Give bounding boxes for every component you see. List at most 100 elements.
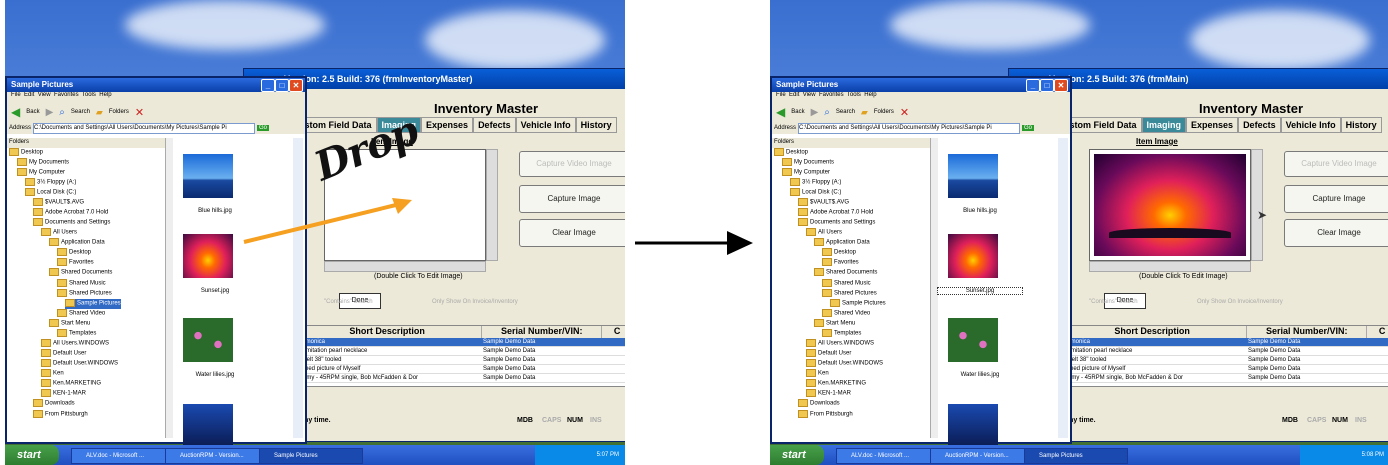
tree-item[interactable]: My Documents bbox=[772, 158, 932, 168]
tree-item[interactable]: Ken.MARKETING bbox=[7, 379, 167, 389]
table-row[interactable]: graphed picture of Myself Sample Demo Dat… bbox=[293, 365, 625, 374]
tab-defects[interactable]: Defects bbox=[473, 117, 516, 133]
tree-item[interactable]: Start Menu bbox=[772, 319, 932, 329]
tab-vehicle-info[interactable]: Vehicle Info bbox=[515, 117, 576, 133]
thumb-sunset[interactable] bbox=[183, 234, 233, 278]
tab-expenses[interactable]: Expenses bbox=[421, 117, 474, 133]
address-input[interactable]: C:\Documents and Settings\All Users\Docu… bbox=[798, 122, 1021, 134]
tab-history[interactable]: History bbox=[575, 117, 617, 133]
tree-item[interactable]: Desktop bbox=[772, 148, 932, 158]
maximize-icon[interactable]: □ bbox=[275, 79, 289, 92]
menu-tools[interactable]: Tools bbox=[82, 92, 96, 98]
back-button[interactable]: Back bbox=[26, 109, 39, 115]
back-arrow-icon[interactable]: ◀ bbox=[11, 105, 20, 119]
thumb-water-lilies[interactable] bbox=[948, 318, 998, 362]
tree-item[interactable]: Desktop bbox=[7, 248, 167, 258]
close-icon[interactable]: ✕ bbox=[289, 79, 303, 92]
tree-item[interactable]: Ken bbox=[772, 369, 932, 379]
menu-help[interactable]: Help bbox=[864, 92, 876, 98]
tree-item[interactable]: Favorites bbox=[7, 258, 167, 268]
table-row[interactable]: l Harmonica Sample Demo Data bbox=[1058, 338, 1388, 347]
tree-item[interactable]: 3½ Floppy (A:) bbox=[772, 178, 932, 188]
col-c[interactable]: C bbox=[602, 326, 625, 338]
image-vertical-scrollbar[interactable] bbox=[1251, 149, 1263, 261]
thumb-scrollbar[interactable] bbox=[1058, 138, 1068, 438]
search-button[interactable]: Search bbox=[71, 109, 90, 115]
capture-video-button[interactable]: Capture Video Image bbox=[1284, 151, 1388, 177]
delete-icon[interactable]: ✕ bbox=[135, 106, 144, 119]
tree-item[interactable]: Downloads bbox=[772, 399, 932, 409]
col-short-description[interactable]: Short Description bbox=[293, 326, 483, 338]
address-input[interactable]: C:\Documents and Settings\All Users\Docu… bbox=[33, 122, 256, 134]
close-icon[interactable]: ✕ bbox=[1054, 79, 1068, 92]
tab-history[interactable]: History bbox=[1340, 117, 1382, 133]
start-button[interactable]: start bbox=[5, 445, 59, 465]
col-short-description[interactable]: Short Description bbox=[1058, 326, 1248, 338]
tree-item[interactable]: Shared Documents bbox=[772, 268, 932, 278]
tree-item[interactable]: Shared Documents bbox=[7, 268, 167, 278]
tree-item[interactable]: Application Data bbox=[7, 238, 167, 248]
tree-item[interactable]: Default User bbox=[772, 349, 932, 359]
thumb-winter[interactable] bbox=[948, 404, 998, 448]
tree-item[interactable]: Templates bbox=[7, 329, 167, 339]
folders-button[interactable]: Folders bbox=[109, 109, 129, 115]
menu-edit[interactable]: Edit bbox=[24, 92, 34, 98]
tree-item[interactable]: All Users.WINDOWS bbox=[772, 339, 932, 349]
tree-item[interactable]: Default User.WINDOWS bbox=[772, 359, 932, 369]
thumb-blue-hills[interactable] bbox=[948, 154, 998, 198]
task-auctionrpm[interactable]: AuctionRPM - Version... bbox=[165, 448, 269, 464]
tree-item[interactable]: Shared Music bbox=[7, 279, 167, 289]
col-serial-number[interactable]: Serial Number/VIN: bbox=[1247, 326, 1368, 338]
contains-search-checkbox[interactable]: "Contains" Search bbox=[1089, 299, 1138, 305]
table-row[interactable]: graphed picture of Myself Sample Demo Dat… bbox=[1058, 365, 1388, 374]
item-image-box[interactable] bbox=[1089, 149, 1251, 261]
forward-arrow-icon[interactable]: ▶ bbox=[46, 107, 54, 118]
menu-favorites[interactable]: Favorites bbox=[819, 92, 844, 98]
tree-item[interactable]: Desktop bbox=[7, 148, 167, 158]
task-sample-pictures[interactable]: Sample Pictures bbox=[259, 448, 363, 464]
capture-image-button[interactable]: Capture Image bbox=[1284, 185, 1388, 213]
task-auctionrpm[interactable]: AuctionRPM - Version... bbox=[930, 448, 1034, 464]
menu-edit[interactable]: Edit bbox=[789, 92, 799, 98]
clear-image-button[interactable]: Clear Image bbox=[519, 219, 625, 247]
table-row[interactable]: her belt 38" tooled Sample Demo Data bbox=[1058, 356, 1388, 365]
tree-item[interactable]: Shared Video bbox=[7, 309, 167, 319]
tree-item[interactable]: Application Data bbox=[772, 238, 932, 248]
tree-item[interactable]: 3½ Floppy (A:) bbox=[7, 178, 167, 188]
image-horizontal-scrollbar[interactable] bbox=[324, 261, 486, 272]
tree-item[interactable]: Documents and Settings bbox=[772, 218, 932, 228]
tree-item[interactable]: KEN-1-MAR bbox=[7, 389, 167, 399]
go-button[interactable]: Go bbox=[257, 125, 270, 131]
image-horizontal-scrollbar[interactable] bbox=[1089, 261, 1251, 272]
search-button[interactable]: Search bbox=[836, 109, 855, 115]
menu-favorites[interactable]: Favorites bbox=[54, 92, 79, 98]
tree-item[interactable]: Local Disk (C:) bbox=[7, 188, 167, 198]
col-c[interactable]: C bbox=[1367, 326, 1388, 338]
menu-view[interactable]: View bbox=[803, 92, 816, 98]
menu-file[interactable]: File bbox=[11, 92, 21, 98]
thumb-sunset[interactable] bbox=[948, 234, 998, 278]
only-show-checkbox[interactable]: Only Show On Invoice/Inventory bbox=[432, 299, 518, 305]
tree-item[interactable]: Shared Pictures bbox=[7, 289, 167, 299]
thumb-water-lilies[interactable] bbox=[183, 318, 233, 362]
back-button[interactable]: Back bbox=[791, 109, 804, 115]
tree-item[interactable]: Adobe Acrobat 7.0 Hold bbox=[7, 208, 167, 218]
tree-item[interactable]: Start Menu bbox=[7, 319, 167, 329]
tree-item[interactable]: Default User.WINDOWS bbox=[7, 359, 167, 369]
forward-arrow-icon[interactable]: ▶ bbox=[811, 107, 819, 118]
delete-icon[interactable]: ✕ bbox=[900, 106, 909, 119]
only-show-checkbox[interactable]: Only Show On Invoice/Inventory bbox=[1197, 299, 1283, 305]
menu-view[interactable]: View bbox=[38, 92, 51, 98]
tree-item[interactable]: Shared Pictures bbox=[772, 289, 932, 299]
tree-item[interactable]: Sample Pictures bbox=[772, 299, 932, 309]
col-serial-number[interactable]: Serial Number/VIN: bbox=[482, 326, 603, 338]
task-alv-doc[interactable]: ALV.doc - Microsoft ... bbox=[71, 448, 175, 464]
tree-item-selected[interactable]: Sample Pictures bbox=[65, 298, 121, 309]
back-arrow-icon[interactable]: ◀ bbox=[776, 105, 785, 119]
minimize-icon[interactable]: _ bbox=[261, 79, 275, 92]
tree-item[interactable]: All Users bbox=[772, 228, 932, 238]
tree-item[interactable]: $VAULT$.AVG bbox=[772, 198, 932, 208]
tree-item[interactable]: All Users.WINDOWS bbox=[7, 339, 167, 349]
tree-item[interactable]: Downloads bbox=[7, 399, 167, 409]
tree-item[interactable]: Shared Music bbox=[772, 279, 932, 289]
